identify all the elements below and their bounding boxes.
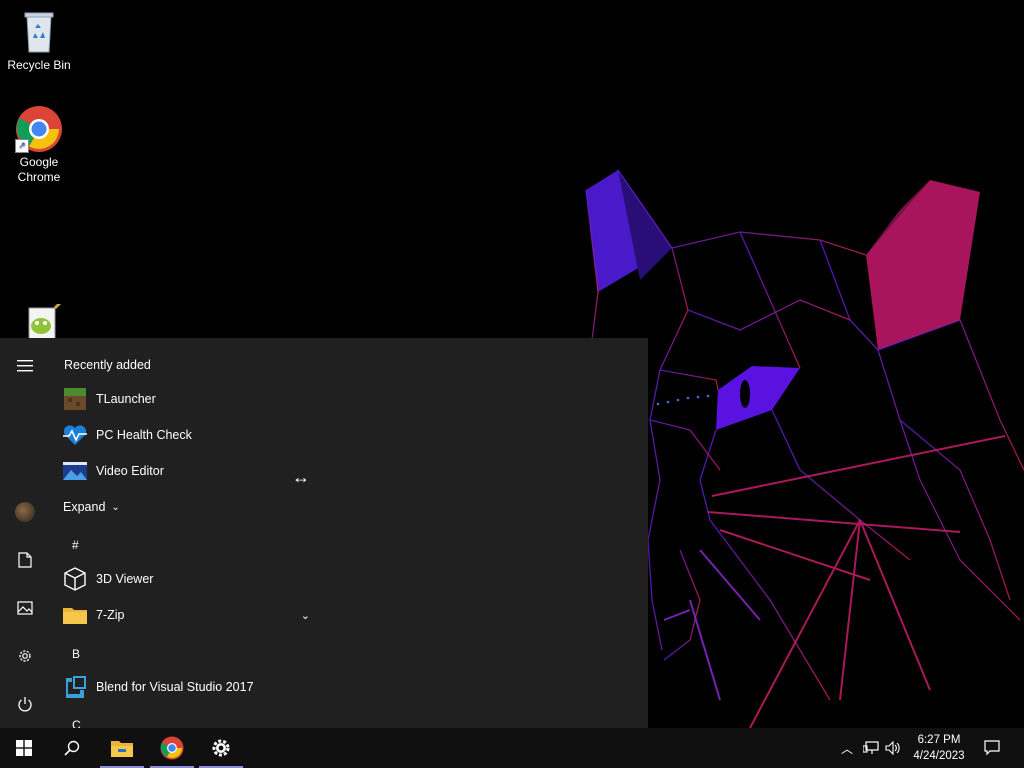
app-label: Blend for Visual Studio 2017 (96, 680, 254, 694)
app-label: Video Editor (96, 464, 164, 478)
resize-cursor-icon: ↔ (292, 467, 310, 487)
recycle-bin-icon (15, 8, 63, 56)
chrome-icon (160, 736, 184, 760)
user-account-button[interactable] (0, 492, 50, 532)
volume-icon (885, 741, 900, 755)
app-label: TLauncher (96, 392, 156, 406)
settings-button[interactable] (0, 636, 50, 676)
video-editor-icon (62, 458, 88, 484)
desktop-icon-label: Recycle Bin (7, 58, 71, 72)
app-label: 3D Viewer (96, 572, 154, 586)
search-button[interactable] (48, 728, 96, 768)
clock-date: 4/24/2023 (913, 750, 965, 762)
network-button[interactable] (861, 738, 881, 758)
pictures-button[interactable] (0, 588, 50, 628)
desktop-icon-google-chrome[interactable]: ↗ Google Chrome (1, 105, 77, 185)
action-center-button[interactable] (982, 738, 1002, 758)
taskbar-file-explorer[interactable] (98, 728, 146, 768)
taskbar-chrome[interactable] (148, 728, 196, 768)
folder-icon (62, 602, 88, 628)
recently-added-title: Recently added (64, 358, 151, 372)
hamburger-menu-button[interactable] (0, 346, 50, 386)
pictures-icon (17, 601, 33, 615)
clock-time: 6:27 PM (917, 734, 961, 746)
user-avatar (15, 502, 35, 522)
settings-gear-icon (212, 739, 230, 757)
start-menu-rail (0, 338, 50, 728)
app-item-tlauncher[interactable]: TLauncher (62, 381, 312, 417)
group-header-b[interactable]: B (72, 647, 80, 661)
volume-button[interactable] (883, 738, 903, 758)
app-item-7-zip[interactable]: 7-Zip ⌄ (62, 597, 312, 633)
chevron-down-icon: ⌄ (111, 501, 120, 513)
group-header-hash[interactable]: # (72, 538, 79, 552)
documents-button[interactable] (0, 540, 50, 580)
power-icon (18, 697, 32, 712)
app-item-blend[interactable]: Blend for Visual Studio 2017 (62, 669, 312, 705)
action-center-icon (984, 740, 1000, 756)
hamburger-menu-icon (17, 360, 33, 372)
app-label: PC Health Check (96, 428, 192, 442)
start-menu: Recently added TLauncher PC Health Check (0, 338, 648, 728)
start-windows-icon (16, 740, 32, 756)
app-item-3d-viewer[interactable]: 3D Viewer (62, 561, 312, 597)
chevron-up-icon: ︿ (840, 741, 853, 756)
settings-icon (19, 650, 31, 662)
documents-icon (18, 552, 32, 568)
taskbar-settings[interactable] (197, 728, 245, 768)
expand-button[interactable]: Expand ⌄ (63, 500, 120, 514)
show-hidden-icons-button[interactable]: ︿ (837, 738, 857, 758)
tlauncher-icon (62, 386, 88, 412)
app-list: Recently added TLauncher PC Health Check (50, 338, 648, 728)
app-item-video-editor[interactable]: Video Editor (62, 453, 312, 489)
taskbar-clock[interactable]: 6:27 PM 4/24/2023 (904, 732, 974, 764)
search-icon (64, 740, 80, 756)
file-explorer-icon (111, 741, 133, 757)
start-button[interactable] (0, 728, 48, 768)
desktop-icon-recycle-bin[interactable]: Recycle Bin (1, 8, 77, 73)
network-icon (863, 741, 879, 754)
chrome-icon: ↗ (15, 105, 63, 153)
group-header-c[interactable]: C (72, 718, 81, 728)
expand-label: Expand (63, 500, 106, 514)
app-label: 7-Zip (96, 608, 125, 622)
3d-viewer-icon (62, 566, 88, 592)
blend-icon (62, 674, 88, 700)
pc-health-check-icon (62, 422, 88, 448)
power-button[interactable] (0, 684, 50, 724)
chevron-down-icon: ⌄ (300, 609, 310, 622)
taskbar: ︿ 6:27 PM 4/24/2023 (0, 728, 1024, 768)
desktop-icon-label: Google Chrome (17, 155, 61, 184)
app-item-pc-health-check[interactable]: PC Health Check (62, 417, 312, 453)
